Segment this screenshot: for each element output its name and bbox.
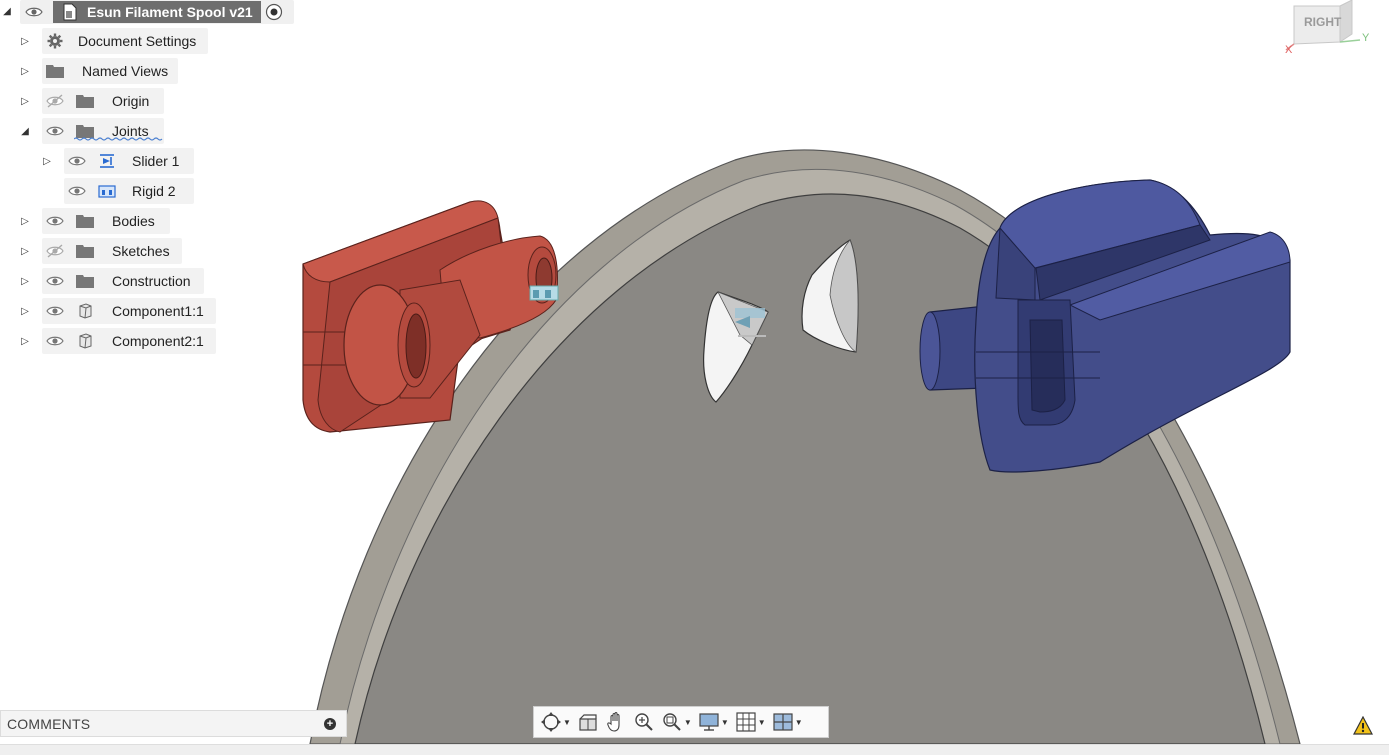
root-row[interactable]: Esun Filament Spool v21 [20,0,294,24]
component1-expander[interactable]: ▷ [18,304,32,318]
folder-icon [74,272,96,290]
zoom-icon [635,713,653,731]
named-views-expander[interactable]: ▷ [18,64,32,78]
tree-item-label: Slider 1 [132,153,180,169]
folder-icon [74,92,96,110]
slider-1-expander[interactable]: ▷ [40,154,54,168]
sketches-expander[interactable]: ▷ [18,244,32,258]
tree-item-construction[interactable]: Construction [42,268,204,294]
folder-icon [44,62,66,80]
look-at-button[interactable] [575,710,601,734]
tree-item-label: Document Settings [78,33,197,49]
zoom-button[interactable] [631,710,657,734]
axis-x-label: X [1285,44,1293,56]
eye-hidden-icon[interactable] [44,244,66,258]
bodies-expander[interactable]: ▷ [18,214,32,228]
activate-radio-icon[interactable] [265,3,283,21]
axis-y-label: Y [1362,32,1370,44]
folder-icon [74,242,96,260]
eye-icon[interactable] [66,154,88,168]
display-settings-button[interactable]: ▼ [696,710,731,734]
gear-icon [44,32,66,50]
display-settings-icon [699,713,719,731]
component-icon [74,332,96,350]
grid-button[interactable]: ▼ [733,710,768,734]
eye-icon[interactable] [66,184,88,198]
fit-button[interactable]: ▼ [659,710,694,734]
root-expander[interactable]: ◢ [0,4,14,18]
comments-panel[interactable]: COMMENTS + [0,710,347,737]
status-bar [0,744,1389,755]
document-settings-expander[interactable]: ▷ [18,34,32,48]
tree-item-label: Component1:1 [112,303,204,319]
tree-item-label: Construction [112,273,191,289]
tree-item-named-views[interactable]: Named Views [42,58,178,84]
orbit-icon [541,712,561,732]
component-icon [74,302,96,320]
tree-item-label: Rigid 2 [132,183,176,199]
look-at-icon [579,714,597,731]
comments-label: COMMENTS [7,715,91,732]
warning-icon[interactable] [1353,715,1373,736]
eye-icon[interactable] [44,274,66,288]
orbit-button[interactable]: ▼ [538,710,573,734]
model-scene [302,149,1301,745]
warning-underline [74,137,163,141]
tree-item-label: Sketches [112,243,170,259]
navigation-toolbar: ▼ ▼ ▼ ▼ ▼ [533,706,829,738]
tree-item-bodies[interactable]: Bodies [42,208,170,234]
slider-joint-icon [96,152,118,170]
eye-icon[interactable] [44,334,66,348]
tree-item-label: Component2:1 [112,333,204,349]
tree-item-sketches[interactable]: Sketches [42,238,182,264]
origin-expander[interactable]: ▷ [18,94,32,108]
document-icon [59,3,81,21]
view-cube[interactable]: RIGHT X Y [1282,0,1382,62]
folder-icon [74,212,96,230]
eye-icon[interactable] [23,5,45,19]
pan-icon [607,711,620,732]
3d-viewport[interactable] [0,0,1389,754]
eye-hidden-icon[interactable] [44,94,66,108]
view-cube-face-label[interactable]: RIGHT [1304,15,1341,29]
root-label: Esun Filament Spool v21 [87,4,253,20]
viewports-button[interactable]: ▼ [770,710,805,734]
rigid-joint-icon [96,182,118,200]
tree-item-label: Named Views [82,63,169,79]
joints-expander[interactable]: ◢ [18,124,32,138]
tree-item-label: Origin [112,93,150,109]
component2-expander[interactable]: ▷ [18,334,32,348]
tree-item-origin[interactable]: Origin [42,88,164,114]
pan-button[interactable] [603,710,629,734]
eye-icon[interactable] [44,304,66,318]
eye-icon[interactable] [44,124,66,138]
eye-icon[interactable] [44,214,66,228]
tree-item-label: Bodies [112,213,155,229]
fit-icon [663,713,681,731]
tree-item-component1[interactable]: Component1:1 [42,298,216,324]
viewports-icon [773,713,793,731]
tree-item-document-settings[interactable]: Document Settings [42,28,208,54]
tree-item-rigid-2[interactable]: Rigid 2 [64,178,194,204]
add-comment-icon[interactable]: + [324,718,336,730]
tree-item-slider-1[interactable]: Slider 1 [64,148,194,174]
construction-expander[interactable]: ▷ [18,274,32,288]
grid-icon [736,712,756,732]
tree-item-component2[interactable]: Component2:1 [42,328,216,354]
